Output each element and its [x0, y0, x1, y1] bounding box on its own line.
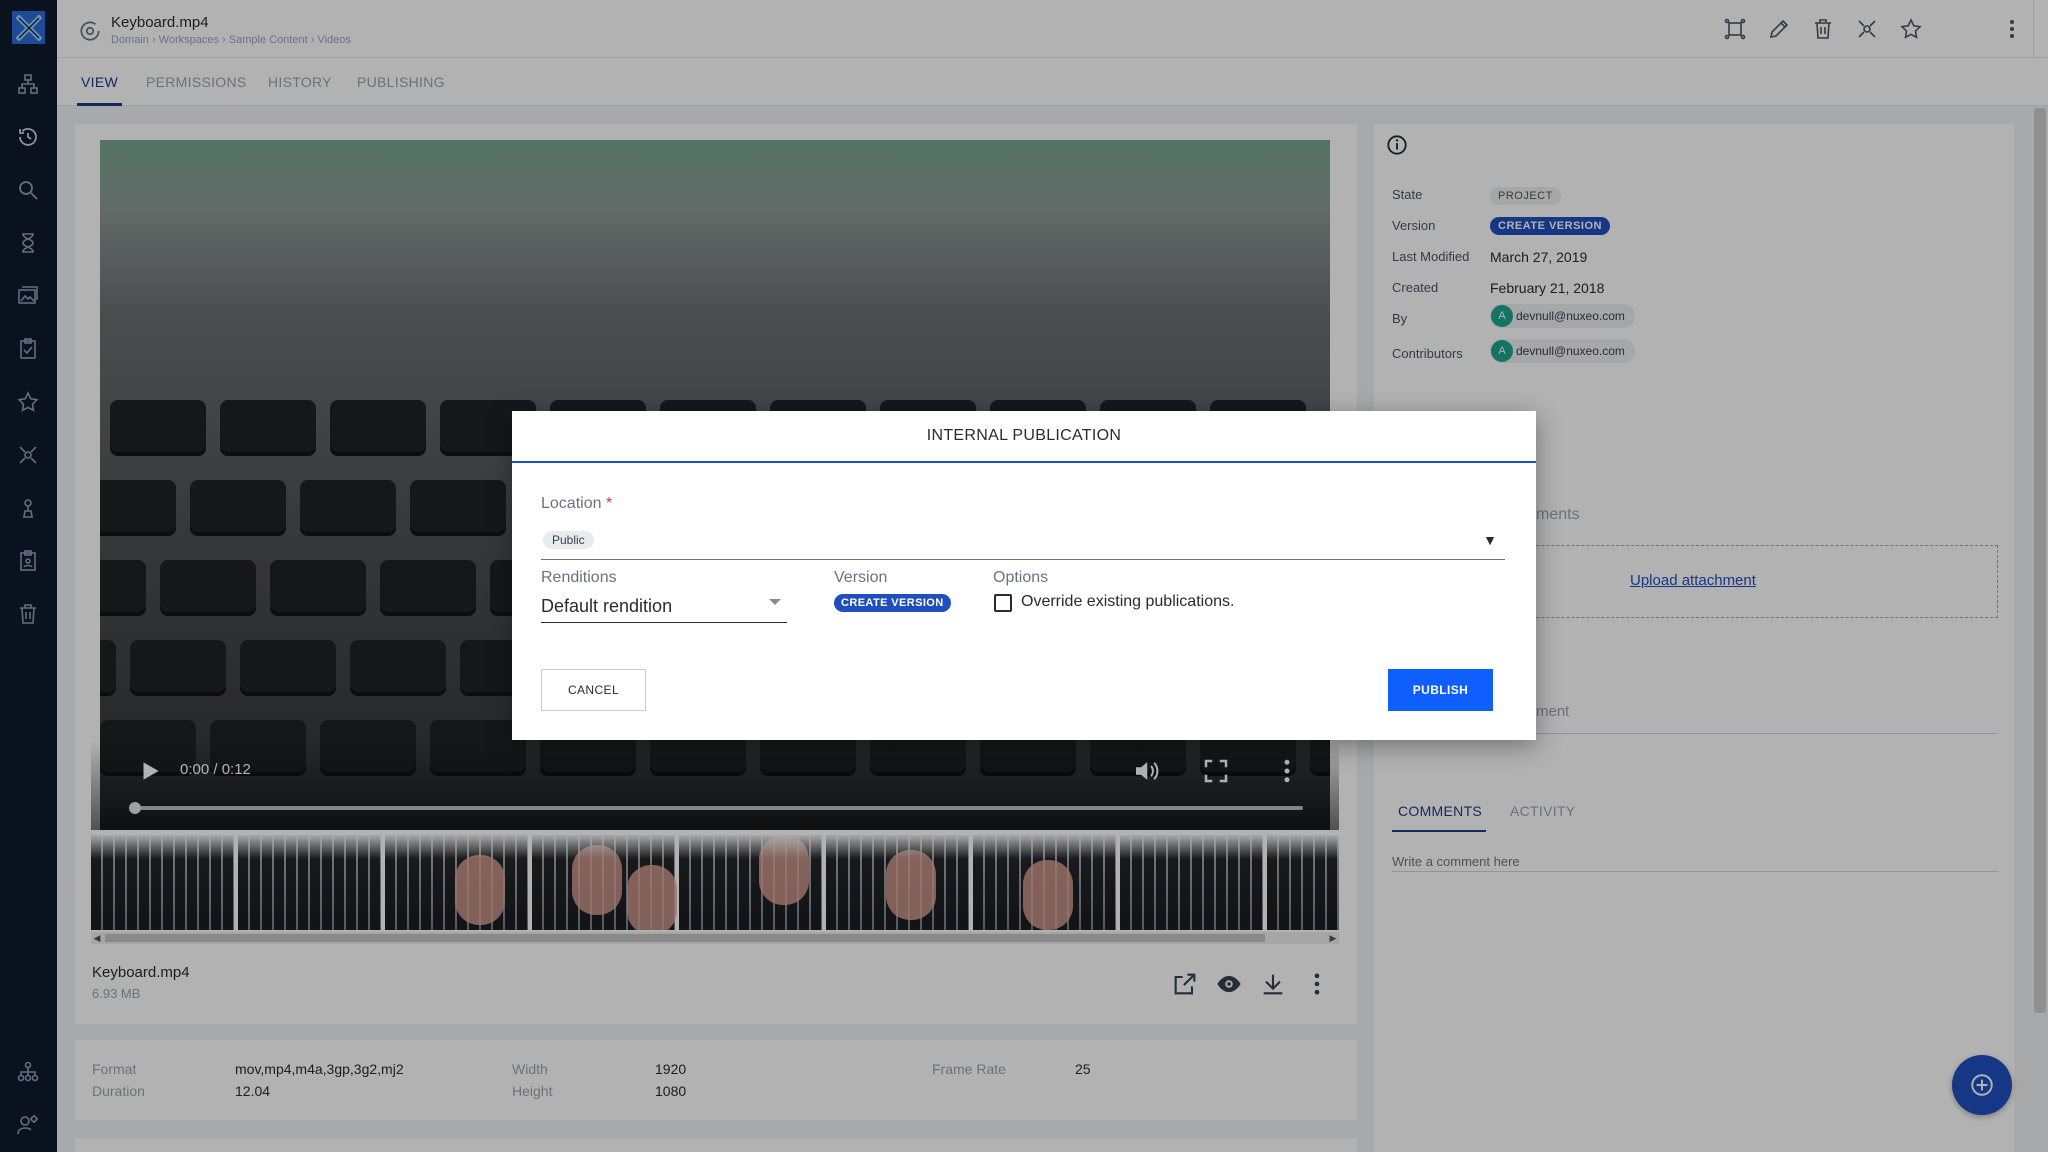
required-mark: *	[605, 495, 613, 512]
location-chip[interactable]: Public	[543, 531, 594, 549]
internal-publication-dialog: INTERNAL PUBLICATION Location * Public ▼…	[512, 411, 1536, 740]
renditions-label: Renditions	[541, 569, 617, 586]
dialog-divider	[512, 461, 1536, 463]
options-label: Options	[993, 569, 1049, 586]
create-version-badge[interactable]: CREATE VERSION	[834, 594, 951, 612]
chevron-down-icon	[769, 599, 781, 605]
renditions-select[interactable]: Default rendition	[541, 591, 787, 623]
dropdown-arrow-icon[interactable]: ▼	[1483, 532, 1497, 548]
renditions-value: Default rendition	[541, 596, 673, 616]
cancel-button[interactable]: CANCEL	[541, 669, 646, 711]
location-label: Location *	[541, 495, 613, 512]
override-checkbox[interactable]	[994, 594, 1012, 612]
location-select[interactable]: Public ▼	[541, 526, 1505, 560]
dialog-title: INTERNAL PUBLICATION	[926, 427, 1122, 444]
version-label: Version	[834, 569, 888, 586]
publish-button[interactable]: PUBLISH	[1388, 669, 1493, 711]
override-label[interactable]: Override existing publications.	[1021, 593, 1234, 611]
